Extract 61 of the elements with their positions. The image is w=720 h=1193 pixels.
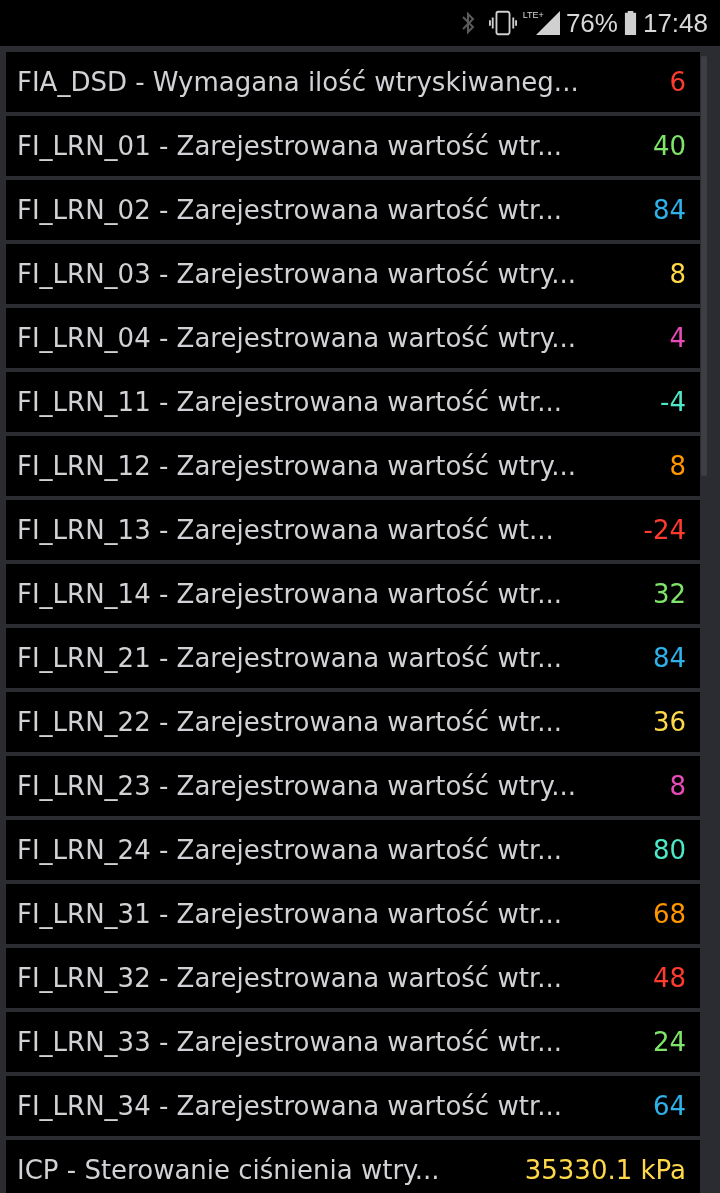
item-value: -24	[643, 515, 686, 545]
list-row[interactable]: FI_LRN_24 - Zarejestrowana wartość wtr... 80	[6, 820, 700, 880]
item-value: 64	[652, 1091, 686, 1121]
item-value: 35330.1 kPa	[524, 1155, 686, 1185]
list-row[interactable]: FIA_DSD - Wymagana ilość wtryskiwaneg... 6	[6, 52, 700, 112]
item-value: 84	[652, 195, 686, 225]
item-value: 84	[652, 643, 686, 673]
item-value: 4	[669, 323, 686, 353]
item-label: FI_LRN_11 - Zarejestrowana wartość wtr...	[17, 387, 562, 417]
clock: 17:48	[642, 7, 708, 39]
list-row[interactable]: FI_LRN_14 - Zarejestrowana wartość wtr... 32	[6, 564, 700, 624]
list-row[interactable]: ICP - Sterowanie ciśnienia wtry... 35330.1 kPa	[6, 1140, 700, 1193]
battery-icon	[623, 10, 637, 36]
item-label: FI_LRN_22 - Zarejestrowana wartość wtr...	[17, 707, 562, 737]
item-value: 36	[652, 707, 686, 737]
item-value: 32	[652, 579, 686, 609]
item-label: FI_LRN_03 - Zarejestrowana wartość wtry...	[17, 259, 577, 289]
scrollbar[interactable]	[701, 56, 707, 476]
list-row[interactable]: FI_LRN_04 - Zarejestrowana wartość wtry... 4	[6, 308, 700, 368]
item-label: FI_LRN_21 - Zarejestrowana wartość wtr...	[17, 643, 562, 673]
item-label: FI_LRN_01 - Zarejestrowana wartość wtr...	[17, 131, 562, 161]
item-label: FI_LRN_04 - Zarejestrowana wartość wtry...	[17, 323, 577, 353]
item-value: 8	[669, 451, 686, 481]
item-label: FI_LRN_34 - Zarejestrowana wartość wtr...	[17, 1091, 562, 1121]
item-value: 8	[669, 259, 686, 289]
bluetooth-icon	[460, 11, 475, 35]
item-label: FI_LRN_24 - Zarejestrowana wartość wtr...	[17, 835, 562, 865]
list-row[interactable]: FI_LRN_21 - Zarejestrowana wartość wtr... 84	[6, 628, 700, 688]
item-value: 68	[652, 899, 686, 929]
item-label: FI_LRN_13 - Zarejestrowana wartość wt...	[17, 515, 554, 545]
item-value: 8	[669, 771, 686, 801]
item-value: 24	[652, 1027, 686, 1057]
item-label: FI_LRN_12 - Zarejestrowana wartość wtry...	[17, 451, 577, 481]
item-label: FI_LRN_32 - Zarejestrowana wartość wtr...	[17, 963, 562, 993]
item-label: FI_LRN_14 - Zarejestrowana wartość wtr...	[17, 579, 562, 609]
list-row[interactable]: FI_LRN_31 - Zarejestrowana wartość wtr... 68	[6, 884, 700, 944]
list-row[interactable]: FI_LRN_34 - Zarejestrowana wartość wtr... 64	[6, 1076, 700, 1136]
list-row[interactable]: FI_LRN_23 - Zarejestrowana wartość wtry... 8	[6, 756, 700, 816]
item-label: FI_LRN_33 - Zarejestrowana wartość wtr...	[17, 1027, 562, 1057]
item-value: 40	[652, 131, 686, 161]
list-row[interactable]: FI_LRN_32 - Zarejestrowana wartość wtr... 48	[6, 948, 700, 1008]
item-label: FI_LRN_02 - Zarejestrowana wartość wtr...	[17, 195, 562, 225]
list-row[interactable]: FI_LRN_13 - Zarejestrowana wartość wt... -24	[6, 500, 700, 560]
list-row[interactable]: FI_LRN_01 - Zarejestrowana wartość wtr... 40	[6, 116, 700, 176]
list-row[interactable]: FI_LRN_22 - Zarejestrowana wartość wtr... 36	[6, 692, 700, 752]
list-row[interactable]: FI_LRN_33 - Zarejestrowana wartość wtr... 24	[6, 1012, 700, 1072]
list-row[interactable]: FI_LRN_02 - Zarejestrowana wartość wtr... 84	[6, 180, 700, 240]
network-type: LTE+	[522, 10, 544, 20]
item-value: 48	[652, 963, 686, 993]
item-label: ICP - Sterowanie ciśnienia wtry...	[17, 1155, 440, 1185]
vibrate-icon	[488, 10, 517, 36]
item-label: FI_LRN_23 - Zarejestrowana wartość wtry...	[17, 771, 577, 801]
item-value: -4	[660, 387, 686, 417]
list-row[interactable]: FI_LRN_11 - Zarejestrowana wartość wtr... -4	[6, 372, 700, 432]
list-row[interactable]: FI_LRN_12 - Zarejestrowana wartość wtry... 8	[6, 436, 700, 496]
item-value: 6	[669, 67, 686, 97]
list-row[interactable]: FI_LRN_03 - Zarejestrowana wartość wtry... 8	[6, 244, 700, 304]
item-label: FIA_DSD - Wymagana ilość wtryskiwaneg...	[17, 67, 579, 97]
item-value: 80	[652, 835, 686, 865]
item-label: FI_LRN_31 - Zarejestrowana wartość wtr...	[17, 899, 562, 929]
battery-percent: 76%	[565, 7, 618, 39]
